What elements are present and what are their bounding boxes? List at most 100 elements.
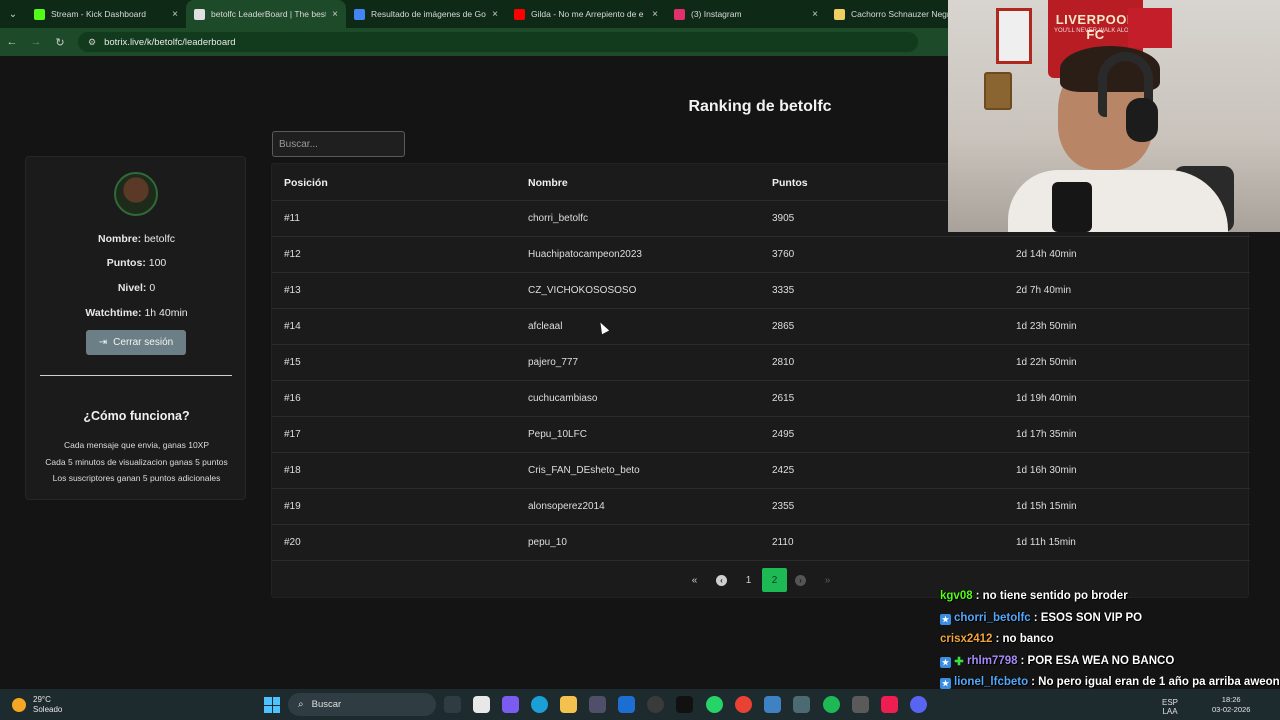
first-page-button[interactable]: « <box>681 568 708 592</box>
tab-title: betolfc LeaderBoard | The best <box>211 9 327 19</box>
task-view-icon[interactable] <box>444 696 461 713</box>
cell-watchtime: 1d 22h 50min <box>1016 357 1077 368</box>
weather-widget[interactable]: 29°C Soleado <box>12 695 62 715</box>
store-icon[interactable] <box>589 696 606 713</box>
chrome-icon[interactable] <box>735 696 752 713</box>
edge-icon[interactable] <box>531 696 548 713</box>
profile-level: Nivel: 0 <box>117 282 156 294</box>
cell-points: 3335 <box>772 285 795 296</box>
tab-title: Stream - Kick Dashboard <box>51 9 146 19</box>
table-row: #16 cuchucambiaso 2615 1d 19h 40min <box>272 381 1250 417</box>
cell-position: #20 <box>284 537 301 548</box>
spotify-icon[interactable] <box>823 696 840 713</box>
cell-position: #16 <box>284 393 301 404</box>
tab-search-button[interactable]: ⌄ <box>0 0 26 28</box>
profile-watchtime: Watchtime: 1h 40min <box>85 307 188 319</box>
chat-text: : no tiene sentido po broder <box>975 590 1128 602</box>
address-bar[interactable]: ⚙ botrix.live/k/betolfc/leaderboard <box>78 32 918 52</box>
close-tab-icon[interactable]: × <box>492 9 498 20</box>
chat-text: : ESOS SON VIP PO <box>1033 611 1143 624</box>
obs-icon[interactable] <box>852 696 869 713</box>
site-info-icon[interactable]: ⚙ <box>88 37 96 48</box>
close-tab-icon[interactable]: × <box>812 9 818 20</box>
language-indicator[interactable]: ESP LAA <box>1162 698 1178 716</box>
tiktok-icon[interactable] <box>676 696 693 713</box>
chat-username: lionel_lfcbeto <box>954 676 1029 688</box>
close-tab-icon[interactable]: × <box>172 9 178 20</box>
reload-button[interactable]: ↻ <box>48 36 72 49</box>
app-icon-3[interactable] <box>793 696 810 713</box>
chat-message: kgv08: no tiene sentido po broder <box>940 590 1128 602</box>
whatsapp-icon[interactable] <box>706 696 723 713</box>
cell-name: afcleaal <box>528 321 563 332</box>
clock-time: 18:26 <box>1221 695 1241 704</box>
file-explorer-icon[interactable] <box>560 696 577 713</box>
tiktok-live-icon[interactable] <box>881 696 898 713</box>
column-header-position: Posición <box>284 177 328 189</box>
page-2-button[interactable]: 2 <box>762 568 787 592</box>
chat-message: ★ chorri_betolfc: ESOS SON VIP PO <box>940 612 1142 625</box>
clock-date: 03-02-2026 <box>1212 705 1251 714</box>
column-header-name: Nombre <box>528 177 568 189</box>
chat-text: : POR ESA WEA NO BANCO <box>1020 654 1175 667</box>
back-button[interactable]: ← <box>0 36 24 48</box>
cell-position: #15 <box>284 357 301 368</box>
tab-title: (3) Instagram <box>691 9 742 19</box>
browser-tab[interactable]: betolfc LeaderBoard | The best × <box>186 0 346 28</box>
cell-position: #17 <box>284 429 301 440</box>
table-row: #17 Pepu_10LFC 2495 1d 17h 35min <box>272 417 1250 453</box>
chat-username: kgv08 <box>940 590 973 602</box>
browser-tab[interactable]: Stream - Kick Dashboard × <box>26 0 186 28</box>
microphone <box>1052 182 1092 232</box>
club-flag <box>1128 8 1172 48</box>
cell-points: 2110 <box>772 537 794 548</box>
cell-name: chorri_betolfc <box>528 213 589 224</box>
forward-button[interactable]: → <box>24 36 48 48</box>
widgets-icon[interactable] <box>473 696 490 713</box>
app-icon[interactable] <box>647 696 664 713</box>
prev-page-button[interactable]: ‹ <box>708 568 735 592</box>
cell-name: Pepu_10LFC <box>528 429 587 440</box>
headset-earcup <box>1126 98 1158 142</box>
cell-watchtime: 1d 11h 15min <box>1016 537 1076 548</box>
chat-username: rhlm7798 <box>967 654 1018 667</box>
kick-icon <box>34 8 45 20</box>
browser-tab[interactable]: (3) Instagram × <box>666 0 826 28</box>
google-icon <box>354 8 365 20</box>
cell-watchtime: 1d 15h 15min <box>1016 501 1077 512</box>
chat-username: chorri_betolfc <box>954 611 1031 624</box>
cell-points: 2495 <box>772 429 795 440</box>
table-row: #15 pajero_777 2810 1d 22h 50min <box>272 345 1250 381</box>
cell-points: 2865 <box>772 321 795 332</box>
cell-name: Huachipatocampeon2023 <box>528 249 642 260</box>
chat-username: crisx2412 <box>940 633 993 645</box>
close-tab-icon[interactable]: × <box>652 9 658 20</box>
taskbar-search[interactable]: ⌕ Buscar <box>288 693 436 716</box>
cell-points: 2425 <box>772 465 795 476</box>
youtube-icon <box>514 8 525 20</box>
browser-tab[interactable]: Resultado de imágenes de Goo × <box>346 0 506 28</box>
windows-start-icon[interactable] <box>264 697 280 713</box>
avatar <box>114 172 158 216</box>
cell-watchtime: 2d 7h 40min <box>1016 285 1072 296</box>
wall-frame <box>996 8 1032 64</box>
search-input[interactable] <box>272 131 405 157</box>
discord-icon[interactable] <box>910 696 927 713</box>
how-line: Cada 5 minutos de visualizacion ganas 5 … <box>45 457 228 467</box>
page-1-button[interactable]: 1 <box>735 568 762 592</box>
clock[interactable]: 18:26 03-02-2026 <box>1212 695 1250 715</box>
cell-name: CZ_VICHOKOSOSOSO <box>528 285 637 296</box>
browser-tab[interactable]: Gilda - No me Arrepiento de e × <box>506 0 666 28</box>
logout-button[interactable]: ⇥ Cerrar sesión <box>86 330 186 355</box>
sun-icon <box>12 698 26 712</box>
cell-name: Cris_FAN_DEsheto_beto <box>528 465 640 476</box>
cell-position: #18 <box>284 465 301 476</box>
cell-watchtime: 1d 23h 50min <box>1016 321 1077 332</box>
close-tab-icon[interactable]: × <box>332 9 338 20</box>
copilot-icon[interactable] <box>502 696 519 713</box>
app-icon-2[interactable] <box>764 696 781 713</box>
weather-condition: Soleado <box>33 705 63 714</box>
outlook-icon[interactable] <box>618 696 635 713</box>
table-row: #19 alonsoperez2014 2355 1d 15h 15min <box>272 489 1250 525</box>
taskbar: 29°C Soleado ⌕ Buscar ESP LAA 18:26 03-02… <box>0 689 1280 720</box>
